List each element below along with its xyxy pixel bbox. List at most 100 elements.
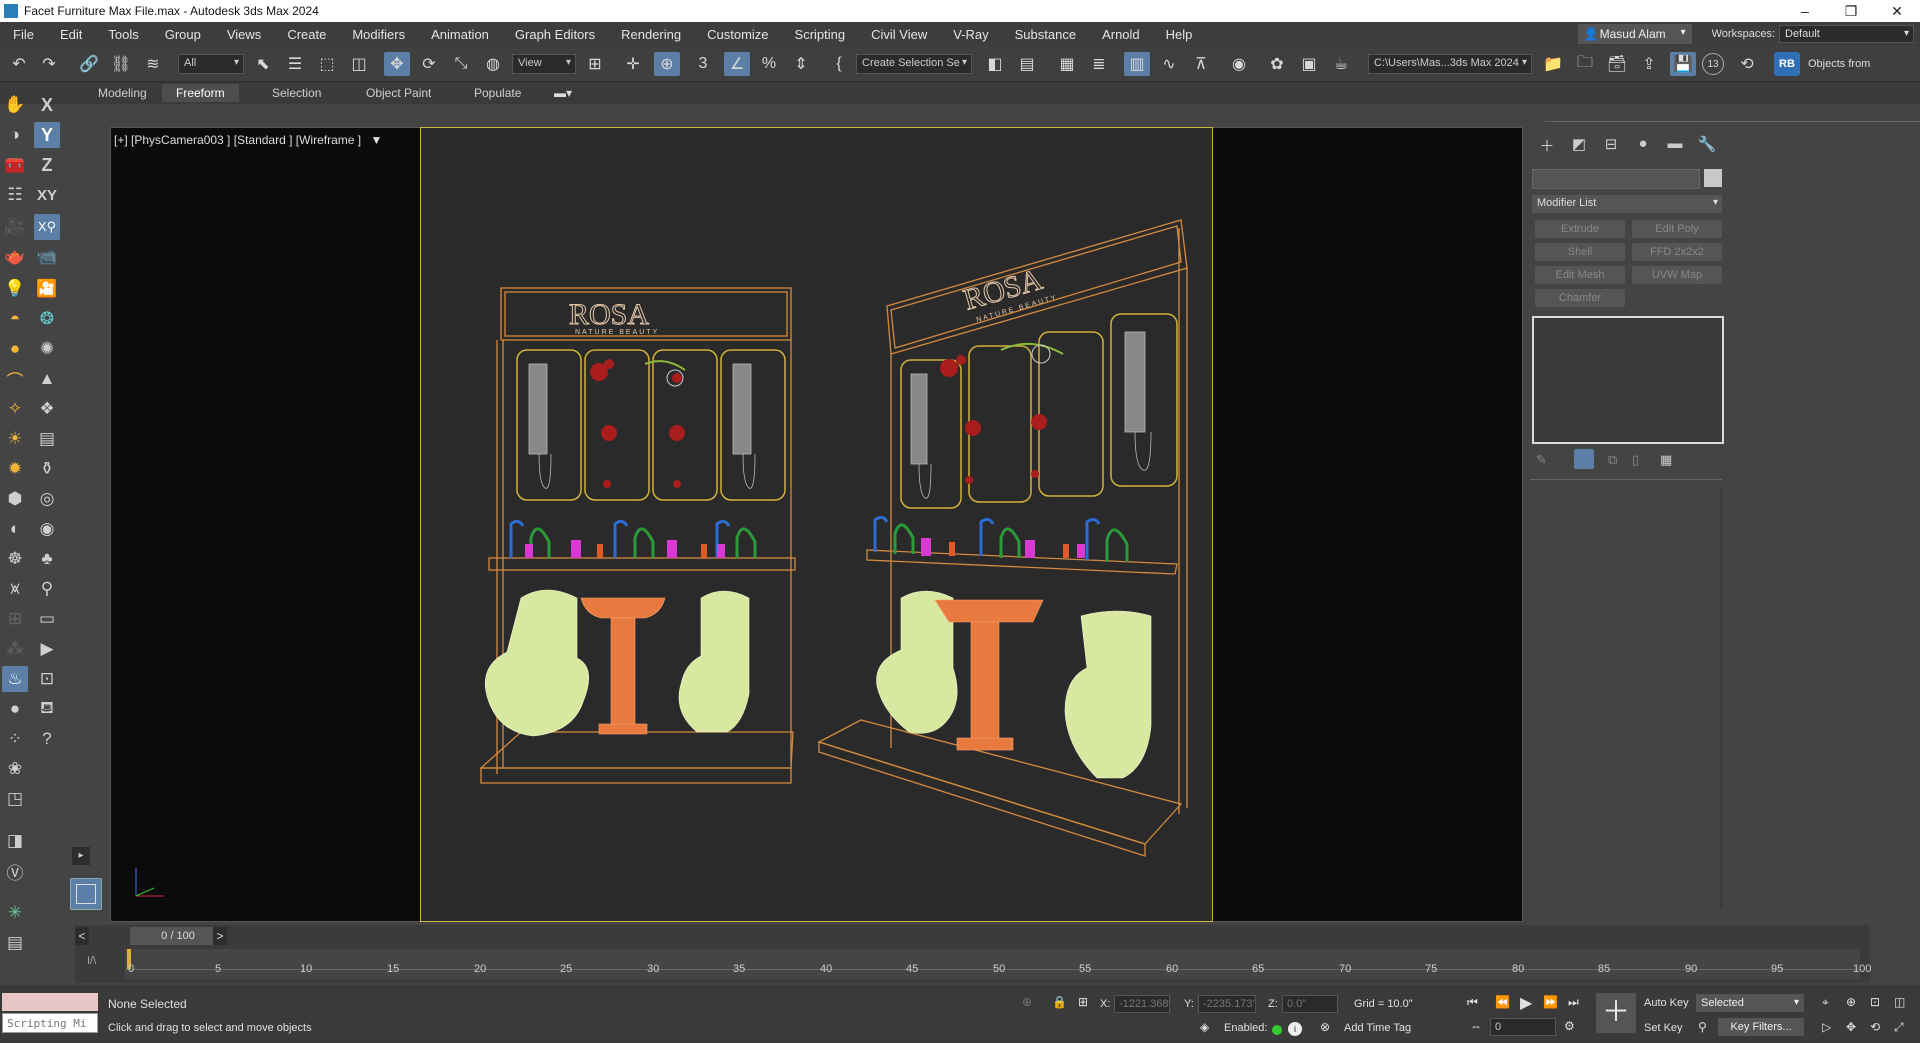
ref-coord-dropdown[interactable]: View (512, 54, 576, 74)
undo-icon[interactable]: ↶ (6, 52, 32, 76)
save-icon[interactable]: 🗀 (1572, 52, 1598, 76)
dome-light-icon[interactable]: ◓ (2, 306, 28, 332)
history-icon[interactable]: ⟲ (1734, 52, 1760, 76)
modifier-uvw-map-button[interactable]: UVW Map (1632, 266, 1722, 284)
sky-icon[interactable]: ✹ (2, 456, 28, 482)
isolate-icon[interactable]: ⊕ (1022, 995, 1032, 1009)
menu-customize[interactable]: Customize (694, 27, 781, 42)
info-icon[interactable]: i (1288, 1022, 1302, 1036)
workspace-dropdown[interactable]: Default ▾ (1779, 25, 1914, 43)
z-coord-field[interactable]: 0.0" (1282, 995, 1338, 1013)
scene-explorer-icon[interactable]: ▦ (1054, 52, 1080, 76)
viewport-label[interactable]: [+] [PhysCamera003 ] [Standard ] [Wirefr… (114, 133, 382, 147)
time-config-icon[interactable]: ⚙ (1564, 1019, 1575, 1033)
named-selection-dropdown[interactable]: Create Selection Se (856, 54, 972, 74)
layer-explorer-icon[interactable]: ≣ (1086, 52, 1112, 76)
axis-y-button[interactable]: Y (34, 122, 60, 148)
particle-icon[interactable]: ✳ (2, 900, 28, 926)
selection-filter-dropdown[interactable]: All (178, 54, 244, 74)
angle-snap-icon[interactable]: ∠ (724, 52, 750, 76)
menu-file[interactable]: File (0, 27, 47, 42)
export-icon[interactable]: ⇪ (1636, 52, 1662, 76)
archive-icon[interactable]: 🗃 (1604, 52, 1630, 76)
modify-tab-icon[interactable]: ◩ (1566, 135, 1592, 157)
disk-icon[interactable]: 💾 (1670, 52, 1696, 76)
rotate-icon[interactable]: ⟳ (416, 52, 442, 76)
cameras-icon[interactable]: 🎦 (34, 276, 60, 302)
link-icon[interactable]: 🔗 (76, 52, 102, 76)
menu-rendering[interactable]: Rendering (608, 27, 694, 42)
filter-icon[interactable]: ▼ (370, 133, 382, 147)
bulb-icon[interactable]: ❂ (34, 306, 60, 332)
menu-help[interactable]: Help (1153, 27, 1206, 42)
material-editor-icon[interactable]: ◉ (1226, 52, 1252, 76)
proxy-icon[interactable]: ◎ (34, 486, 60, 512)
omni-light-icon[interactable]: ✺ (34, 336, 60, 362)
render-icon[interactable]: ☕ (1328, 52, 1354, 76)
orbit-camera-icon[interactable]: ⟲ (1870, 1020, 1880, 1034)
walk-icon[interactable]: ✥ (1846, 1020, 1856, 1034)
axis-constraint-icon[interactable]: X⚲ (34, 214, 60, 240)
menu-tools[interactable]: Tools (95, 27, 151, 42)
y-coord-field[interactable]: -2235.173' (1198, 995, 1256, 1013)
field-of-view-icon[interactable]: ◫ (1894, 995, 1905, 1009)
adaptive-degradation-icon[interactable]: ◈ (1200, 1020, 1209, 1034)
modifier-chamfer-button[interactable]: Chamfer (1535, 289, 1625, 307)
ribbon-options-icon[interactable]: ▬▾ (554, 86, 572, 100)
panel-icon[interactable]: ◨ (2, 828, 28, 854)
select-object-icon[interactable]: ⬉ (250, 52, 276, 76)
x-coord-field[interactable]: -1221.368' (1114, 995, 1171, 1013)
layers-icon[interactable]: ◳ (2, 786, 28, 812)
motion-tab-icon[interactable]: ● (1630, 135, 1656, 157)
vray-icon[interactable]: Ⓥ (2, 858, 28, 884)
sphere-light-icon[interactable]: ● (2, 336, 28, 362)
align-icon[interactable]: ▤ (1014, 52, 1040, 76)
modifier-stack[interactable] (1532, 316, 1724, 444)
mesh-icon[interactable]: ◉ (34, 516, 60, 542)
viewport-label-text[interactable]: [+] [PhysCamera003 ] [Standard ] [Wirefr… (114, 133, 361, 147)
light-icon[interactable]: 💡 (2, 276, 28, 302)
set-key-button[interactable]: Set Key (1644, 1022, 1683, 1034)
curve-editor-icon[interactable]: ∿ (1156, 52, 1182, 76)
cone-icon[interactable]: ▲ (34, 366, 60, 392)
material-ball-icon[interactable]: ● (2, 696, 28, 722)
menu-scripting[interactable]: Scripting (782, 27, 859, 42)
zoom-extents-icon[interactable]: ⊡ (1870, 995, 1880, 1009)
viewport-layout-button[interactable] (70, 878, 102, 910)
restore-button[interactable]: ❐ (1828, 3, 1874, 20)
window-crossing-icon[interactable]: ◫ (346, 52, 372, 76)
sun-icon[interactable]: ☀ (2, 426, 28, 452)
mirror-icon[interactable]: ◧ (982, 52, 1008, 76)
asset-icon[interactable]: ❖ (34, 396, 60, 422)
pan-icon[interactable]: ▷ (1822, 1020, 1831, 1034)
move-icon[interactable]: ✥ (384, 52, 410, 76)
placement-icon[interactable]: ◍ (480, 52, 506, 76)
modifier-shell-button[interactable]: Shell (1535, 243, 1625, 261)
keyboard-shortcut-icon[interactable]: ⊕ (654, 52, 680, 76)
redo-icon[interactable]: ↷ (36, 52, 62, 76)
render-setup-icon[interactable]: ✿ (1264, 52, 1290, 76)
render-region-icon[interactable]: ⊡ (34, 666, 60, 692)
pin-stack-icon[interactable]: ✎ (1536, 452, 1547, 468)
current-frame-field[interactable]: 0 (1490, 1018, 1556, 1036)
menu-graph-editors[interactable]: Graph Editors (502, 27, 608, 42)
key-mode-dropdown[interactable]: Selected ▾ (1696, 994, 1804, 1012)
edit-named-selection-icon[interactable]: { (826, 52, 852, 76)
cube-icon[interactable]: ⬢ (2, 486, 28, 512)
unlink-icon[interactable]: ⛓ (108, 52, 134, 76)
panel-scrollbar[interactable] (1720, 489, 1722, 909)
zoom-icon[interactable]: ⌖ (1822, 995, 1829, 1010)
menu-civil-view[interactable]: Civil View (858, 27, 940, 42)
configure-sets-icon[interactable]: ▦ (1660, 452, 1672, 468)
key-mode-toggle-icon[interactable]: ⇔ (1470, 1019, 1482, 1033)
plant-icon[interactable]: ♣ (34, 546, 60, 572)
goto-end-icon[interactable]: ⏭ (1568, 995, 1579, 1010)
expand-icon[interactable]: ▸ (72, 847, 90, 865)
maximize-viewport-icon[interactable]: ⤢ (1894, 1020, 1904, 1035)
object-name-field[interactable] (1532, 169, 1700, 189)
percent-snap-icon[interactable]: % (756, 52, 782, 76)
list-icon[interactable]: ☷ (2, 182, 28, 208)
object-color-swatch[interactable] (1704, 169, 1722, 187)
zoom-all-icon[interactable]: ⊕ (1846, 995, 1856, 1009)
safe-frame[interactable]: ROSA NATURE BEAUTY ROSA NATURE BEAUTY (420, 127, 1213, 922)
